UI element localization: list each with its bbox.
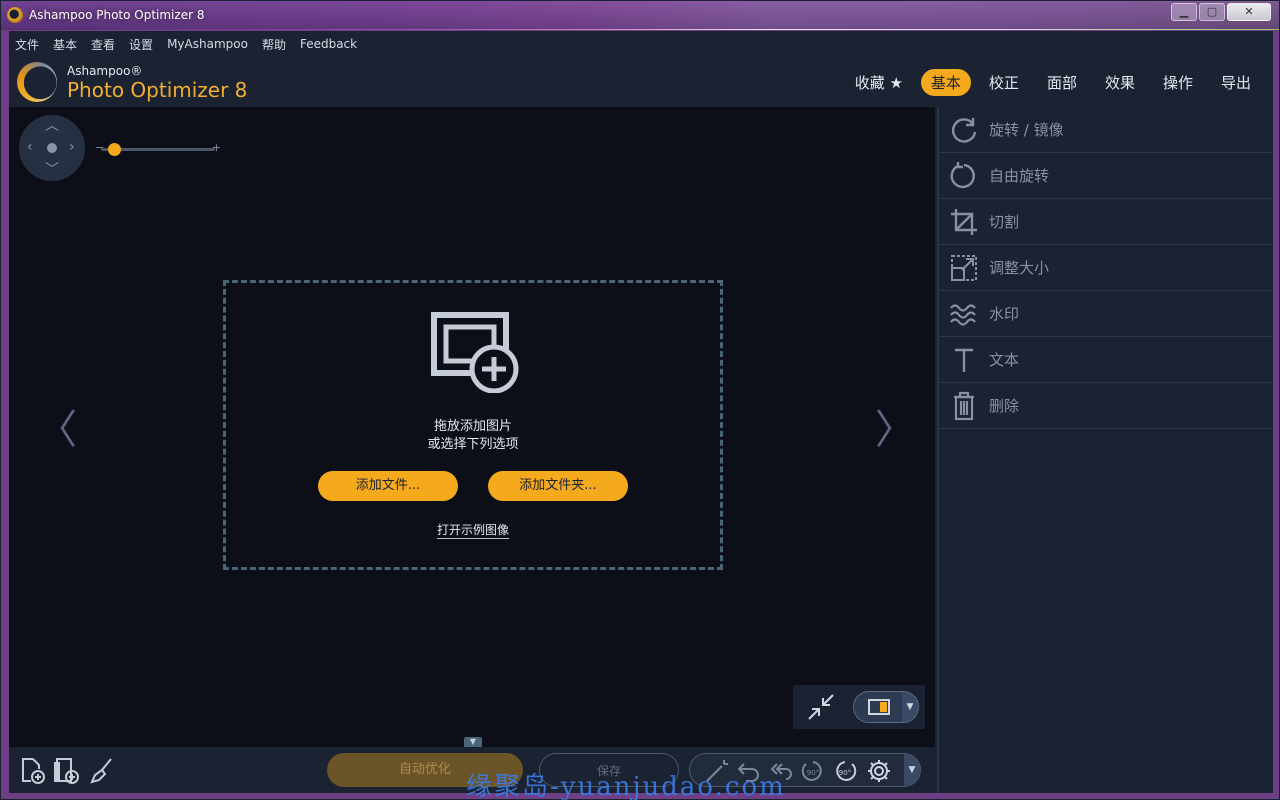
pan-down-icon[interactable]: ﹀ <box>45 163 59 177</box>
compare-dropdown-icon[interactable]: ▼ <box>902 692 918 722</box>
svg-text:90°: 90° <box>839 769 851 777</box>
compare-view-button[interactable]: ▼ <box>853 691 919 723</box>
brand-product: Photo Optimizer 8 <box>67 77 248 102</box>
tool-text[interactable]: 文本 <box>939 337 1273 383</box>
settings-gear-icon[interactable] <box>866 758 892 784</box>
tools-dropdown-icon[interactable]: ▼ <box>904 754 920 786</box>
tool-label: 删除 <box>989 397 1020 415</box>
zoom-slider[interactable]: − + <box>95 141 221 156</box>
pan-up-icon[interactable]: ︿ <box>45 119 59 133</box>
add-image-icon <box>431 312 519 393</box>
drop-hint-line1: 拖放添加图片 <box>433 419 512 434</box>
drop-zone[interactable]: 拖放添加图片 或选择下列选项 添加文件... 添加文件夹... 打开示例图像 <box>223 280 723 570</box>
site-watermark: 缘聚岛-yuanjudao.com <box>466 772 786 800</box>
open-sample-label[interactable]: 打开示例图像 <box>436 523 509 539</box>
previous-image-icon[interactable]: 〈 <box>37 397 77 455</box>
tool-delete[interactable]: 删除 <box>939 383 1273 429</box>
rotate-left-90-icon[interactable]: 90° <box>800 758 826 784</box>
tool-free-rotate[interactable]: 自由旋转 <box>939 153 1273 199</box>
image-canvas[interactable]: ︿ ﹀ ‹ › − + 〈 〉 拖放添加图片 或选择下列选项 添加文件... 添… <box>9 107 935 747</box>
tool-label: 自由旋转 <box>989 167 1050 185</box>
app-logo-icon <box>7 7 23 23</box>
pan-navigator[interactable]: ︿ ﹀ ‹ › <box>19 115 85 181</box>
tool-label: 调整大小 <box>989 259 1050 277</box>
menu-file[interactable]: 文件 <box>15 36 39 53</box>
tool-label: 切割 <box>989 213 1020 231</box>
free-rotate-icon <box>950 161 975 188</box>
pan-left-icon[interactable]: ‹ <box>27 140 33 154</box>
compress-view-icon[interactable] <box>807 693 835 721</box>
tab-effects[interactable]: 效果 <box>1095 69 1145 96</box>
svg-text:90°: 90° <box>807 769 819 777</box>
tab-basic[interactable]: 基本 <box>920 69 971 96</box>
clear-brush-icon[interactable] <box>89 757 115 785</box>
tab-face[interactable]: 面部 <box>1037 69 1087 96</box>
collapse-toolbar-icon[interactable]: ▼ <box>464 737 482 747</box>
watermark-icon <box>950 303 976 326</box>
add-folder-button[interactable]: 添加文件夹... <box>488 471 628 501</box>
crop-icon <box>951 208 977 235</box>
tool-label: 水印 <box>989 305 1020 323</box>
pan-center-icon[interactable] <box>47 143 57 153</box>
tool-resize[interactable]: 调整大小 <box>939 245 1273 291</box>
brand-logo-icon <box>17 62 57 102</box>
menu-basic[interactable]: 基本 <box>53 36 77 53</box>
open-sample-link[interactable]: 打开示例图像 <box>226 521 720 539</box>
add-folder-icon[interactable] <box>53 757 79 785</box>
menu-myashampoo[interactable]: MyAshampoo <box>167 37 248 51</box>
app-window: Ashampoo Photo Optimizer 8 ▁ ▢ ✕ 文件 基本 查… <box>0 0 1280 800</box>
main-tabs: 收藏 ★ 基本 校正 面部 效果 操作 导出 <box>845 69 1261 96</box>
maximize-button[interactable]: ▢ <box>1199 3 1225 21</box>
add-files-button[interactable]: 添加文件... <box>318 471 458 501</box>
menu-settings[interactable]: 设置 <box>129 36 153 53</box>
tool-watermark[interactable]: 水印 <box>939 291 1273 337</box>
tool-crop[interactable]: 切割 <box>939 199 1273 245</box>
app-body: 文件 基本 查看 设置 MyAshampoo 帮助 Feedback Asham… <box>9 31 1273 793</box>
tab-favorites[interactable]: 收藏 ★ <box>845 69 913 96</box>
add-file-icon[interactable] <box>19 757 45 785</box>
drop-hint-line2: 或选择下列选项 <box>427 437 519 452</box>
text-icon <box>955 348 973 372</box>
pan-right-icon[interactable]: › <box>69 140 75 154</box>
menu-bar: 文件 基本 查看 设置 MyAshampoo 帮助 Feedback <box>9 31 1273 57</box>
brand-company: Ashampoo® <box>67 63 143 78</box>
minimize-button[interactable]: ▁ <box>1171 3 1197 21</box>
window-title: Ashampoo Photo Optimizer 8 <box>29 8 205 22</box>
window-controls: ▁ ▢ ✕ <box>1171 3 1271 21</box>
tab-export[interactable]: 导出 <box>1211 69 1261 96</box>
title-bar: Ashampoo Photo Optimizer 8 ▁ ▢ ✕ <box>1 1 1279 29</box>
tool-label: 文本 <box>989 351 1020 369</box>
menu-feedback[interactable]: Feedback <box>300 37 357 51</box>
brand: Ashampoo® Photo Optimizer 8 <box>17 59 247 105</box>
menu-view[interactable]: 查看 <box>91 36 115 53</box>
resize-icon <box>951 254 977 281</box>
zoom-knob[interactable] <box>108 143 122 156</box>
tab-actions[interactable]: 操作 <box>1153 69 1203 96</box>
rotate-mirror-icon <box>951 117 977 143</box>
view-tools: ▼ <box>793 685 925 729</box>
rotate-right-90-icon[interactable]: 90° <box>832 758 858 784</box>
tool-panel: 旋转 / 镜像 自由旋转 切割 调整大小 水印 文本 删除 <box>937 107 1273 793</box>
tool-label: 旋转 / 镜像 <box>989 121 1064 139</box>
tool-rotate-mirror[interactable]: 旋转 / 镜像 <box>939 107 1273 153</box>
menu-help[interactable]: 帮助 <box>262 36 286 53</box>
zoom-in-icon[interactable]: + <box>212 141 221 154</box>
tab-correct[interactable]: 校正 <box>979 69 1029 96</box>
split-view-icon <box>868 699 890 715</box>
close-button[interactable]: ✕ <box>1227 3 1271 21</box>
trash-icon <box>954 391 974 420</box>
next-image-icon[interactable]: 〉 <box>875 397 915 455</box>
